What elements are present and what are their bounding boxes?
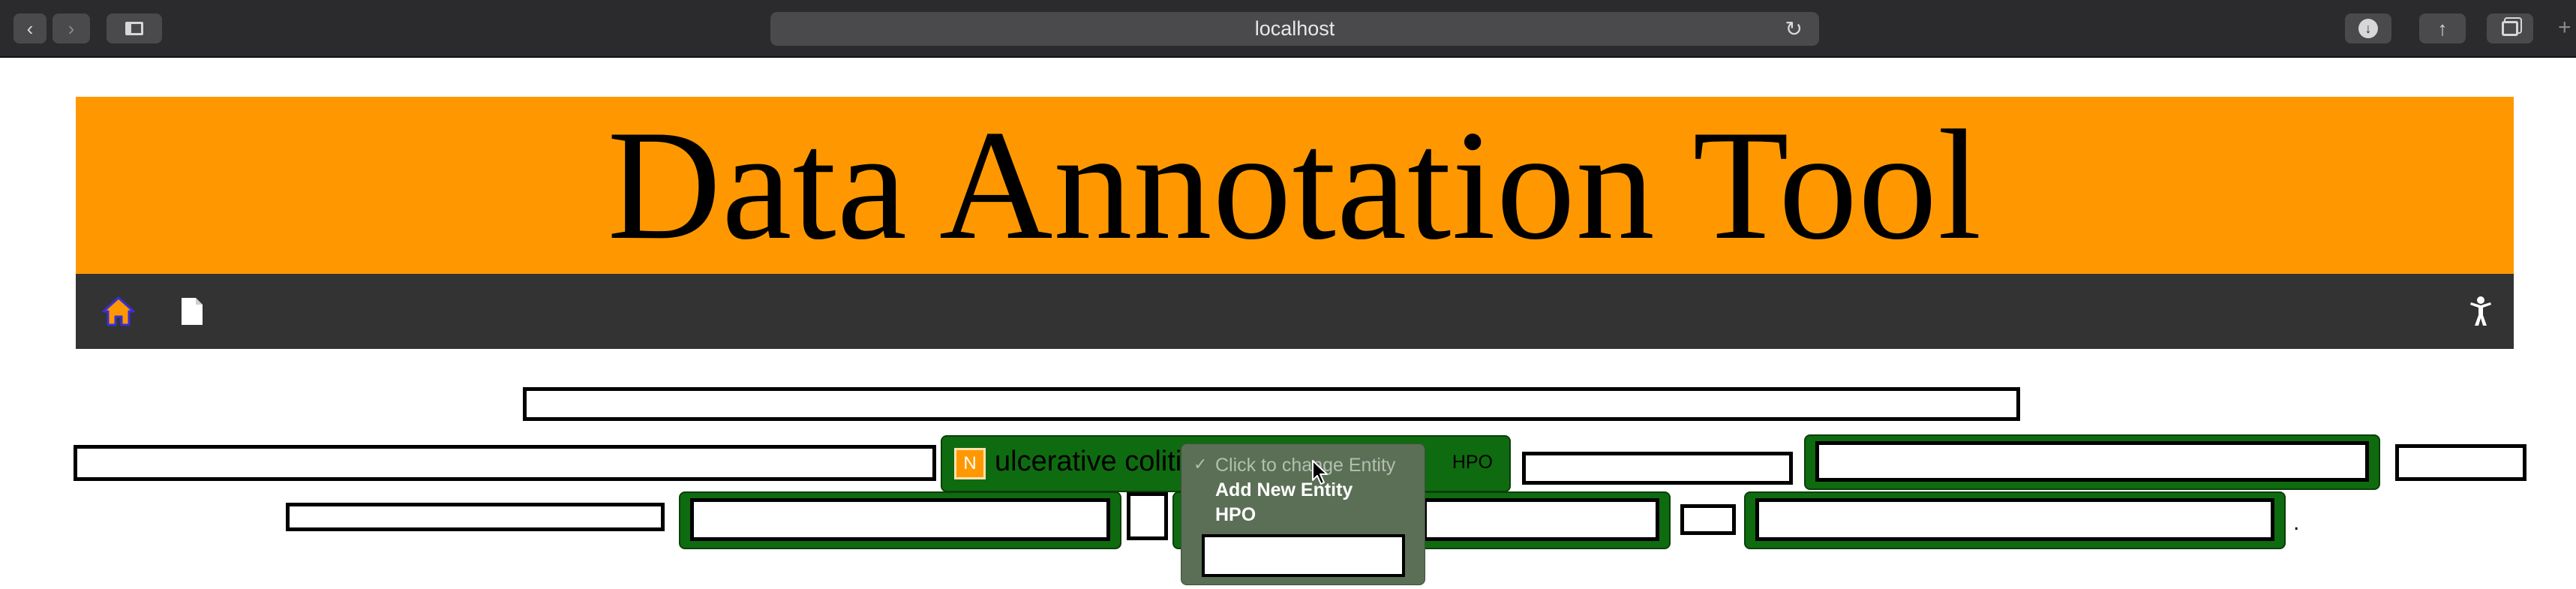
download-icon: ↓	[2358, 19, 2378, 38]
annotation-token[interactable]	[1680, 504, 1736, 535]
entity-token[interactable]	[1423, 498, 1659, 541]
sidebar-icon	[125, 22, 143, 35]
text-token-period: .	[2293, 510, 2300, 535]
reload-icon[interactable]: ↻	[1785, 12, 1803, 46]
entity-annotation[interactable]	[1744, 491, 2286, 549]
entity-tag: HPO	[1452, 452, 1493, 473]
chevron-right-icon: ›	[68, 17, 75, 40]
tabs-icon	[2502, 21, 2518, 36]
share-icon: ↑	[2437, 17, 2448, 40]
entity-text: ulcerative colitis	[995, 446, 1196, 477]
app-banner: Data Annotation Tool	[76, 97, 2514, 274]
mouse-cursor-icon	[1312, 460, 1328, 485]
annotation-token[interactable]	[1127, 492, 1168, 540]
annotation-token[interactable]	[523, 387, 2020, 421]
url-text: localhost	[1254, 17, 1335, 40]
entity-dropdown[interactable]: ✓ Click to change Entity Add New Entity …	[1181, 443, 1425, 585]
home-icon	[102, 296, 135, 326]
entity-annotation[interactable]	[1804, 434, 2380, 490]
checkmark-icon: ✓	[1193, 455, 1208, 473]
forward-button[interactable]: ›	[53, 14, 90, 44]
chevron-left-icon: ‹	[26, 17, 34, 40]
address-bar[interactable]: localhost ↻	[770, 12, 1819, 46]
dropdown-option-hpo[interactable]: HPO	[1215, 504, 1256, 526]
browser-toolbar: ‹ › localhost ↻ ↓ ↑ +	[0, 0, 2576, 58]
sidebar-button[interactable]	[107, 14, 162, 44]
entity-annotation[interactable]	[679, 491, 1121, 549]
annotation-token[interactable]	[74, 445, 936, 481]
new-tab-icon[interactable]: +	[2558, 15, 2576, 45]
annotation-token[interactable]	[1522, 452, 1793, 485]
document-icon	[182, 298, 203, 325]
entity-token[interactable]	[690, 498, 1110, 541]
annotation-token[interactable]	[286, 503, 665, 531]
new-entity-input[interactable]	[1202, 534, 1405, 577]
downloads-button[interactable]: ↓	[2345, 14, 2391, 44]
share-button[interactable]: ↑	[2419, 14, 2466, 44]
entity-badge[interactable]: N	[954, 448, 986, 479]
tabs-button[interactable]	[2487, 14, 2533, 44]
main-navbar	[76, 274, 2514, 349]
dropdown-option-add-new-entity[interactable]: Add New Entity	[1215, 479, 1353, 501]
entity-token[interactable]	[1755, 498, 2274, 541]
page-title: Data Annotation Tool	[607, 98, 1983, 272]
nav-accessibility[interactable]	[2460, 290, 2502, 332]
entity-annotation[interactable]	[1412, 491, 1671, 549]
entity-token[interactable]	[1815, 441, 2369, 482]
nav-home[interactable]	[98, 290, 140, 332]
dropdown-title: Click to change Entity	[1215, 455, 1396, 476]
nav-documents[interactable]	[171, 290, 213, 332]
annotation-token[interactable]	[2395, 444, 2526, 481]
accessibility-icon	[2470, 296, 2491, 326]
back-button[interactable]: ‹	[14, 14, 47, 44]
